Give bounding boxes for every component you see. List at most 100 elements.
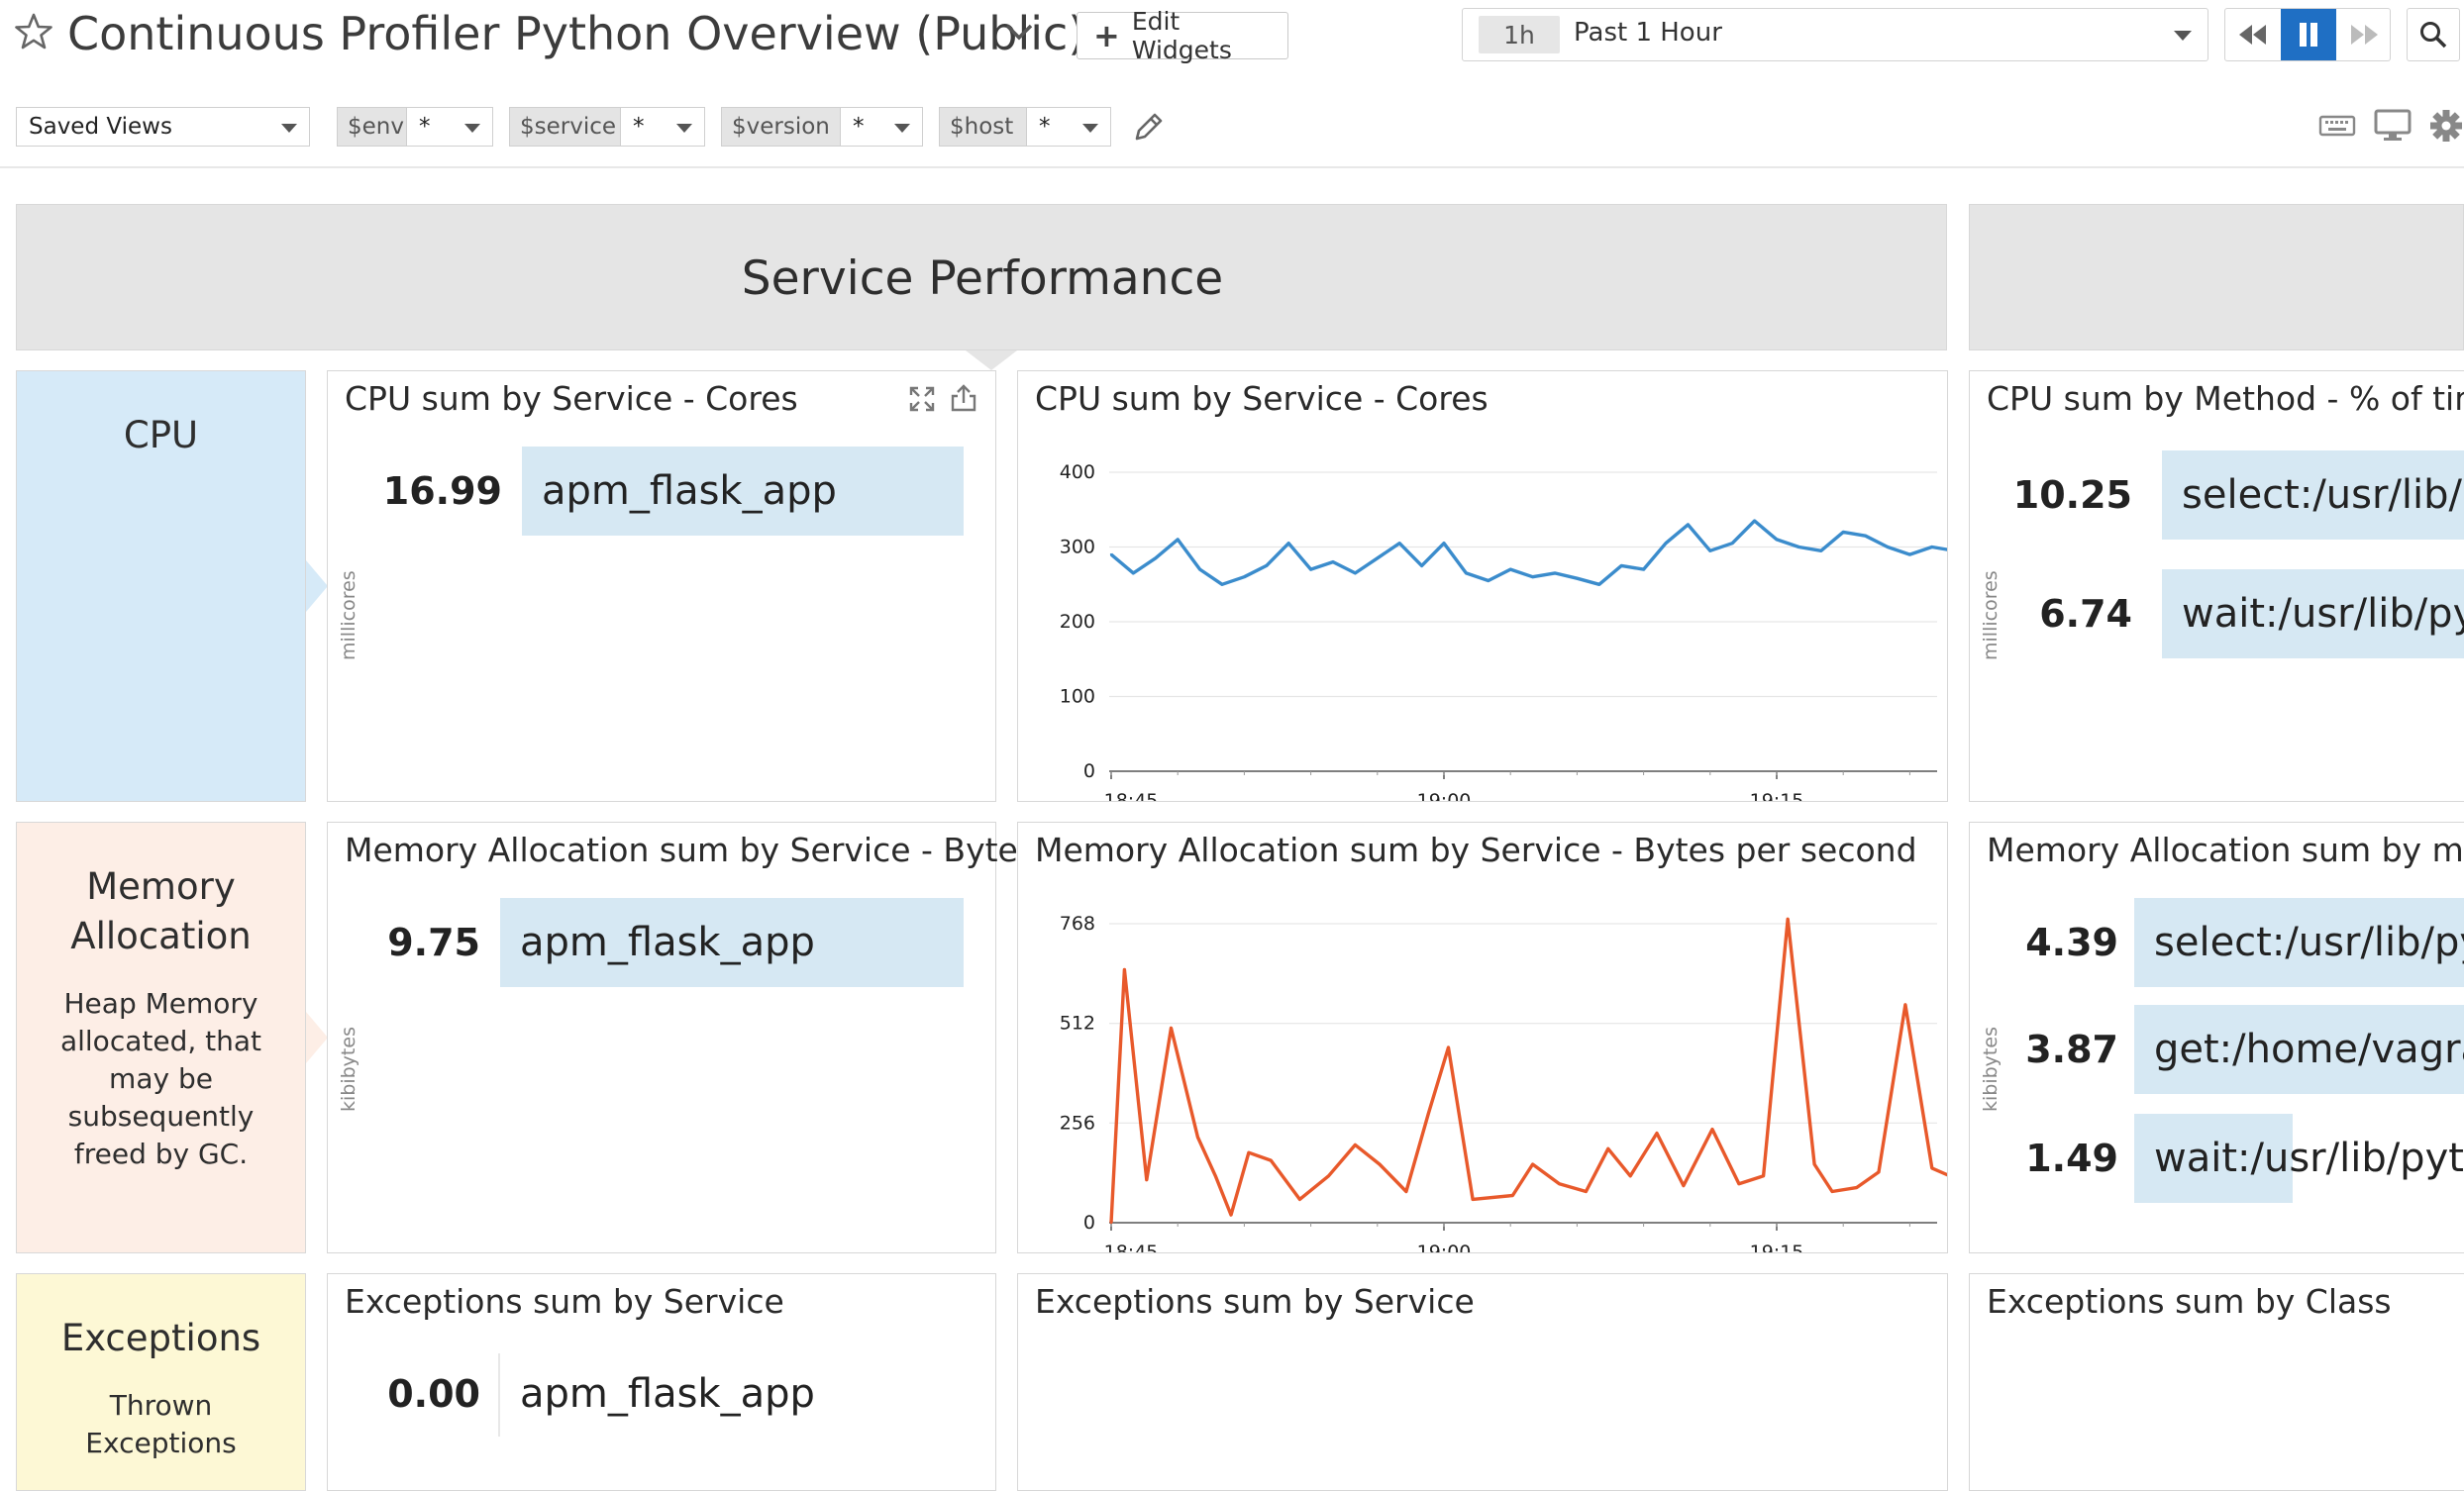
widget-mem-method-toplist[interactable]: Memory Allocation sum by method kibibyte… bbox=[1969, 822, 2464, 1253]
cpu-chart-data-point bbox=[1198, 567, 1201, 571]
cpu-chart-data-point bbox=[1309, 567, 1312, 571]
toplist-bar[interactable]: apm_flask_app bbox=[522, 447, 964, 536]
template-var-env-select[interactable]: * bbox=[406, 107, 493, 147]
cpu-chart-data-point bbox=[1442, 542, 1446, 545]
mem-chart-data-point bbox=[1655, 1132, 1659, 1135]
widget-exc-class[interactable]: Exceptions sum by Class bbox=[1969, 1273, 2464, 1491]
caret-down-icon bbox=[676, 124, 692, 133]
export-icon[interactable] bbox=[950, 383, 977, 413]
cpu-chart-x-tick-label: 18:45 bbox=[1104, 790, 1159, 801]
mem-chart-data-point bbox=[1354, 1143, 1357, 1146]
pencil-icon[interactable] bbox=[1131, 109, 1167, 145]
template-var-service-select[interactable]: * bbox=[620, 107, 705, 147]
template-var-service-value: * bbox=[633, 114, 645, 140]
mem-chart-data-point bbox=[1787, 918, 1790, 921]
toplist-label: select:/usr/lib/python bbox=[2182, 472, 2464, 518]
fast-forward-icon[interactable] bbox=[2336, 9, 2392, 60]
cpu-chart-data-point bbox=[1908, 552, 1911, 556]
edit-widgets-label: Edit Widgets bbox=[1131, 7, 1232, 64]
widget-cpu-method-toplist[interactable]: CPU sum by Method - % of time millicores… bbox=[1969, 370, 2464, 802]
note-exceptions-body: Thrown Exceptions bbox=[85, 1389, 237, 1459]
mem-chart-data-point bbox=[1214, 1174, 1217, 1178]
cpu-chart-data-point bbox=[1531, 575, 1534, 578]
toplist-value: 9.75 bbox=[387, 921, 480, 964]
cpu-chart-data-point bbox=[1753, 519, 1756, 523]
cpu-chart-x-tick-label: 19:15 bbox=[1750, 790, 1804, 801]
expand-icon[interactable] bbox=[908, 385, 936, 413]
cpu-chart-data-point bbox=[1243, 575, 1246, 578]
rewind-icon[interactable] bbox=[2225, 9, 2281, 60]
keyboard-icon[interactable] bbox=[2317, 109, 2357, 143]
widget-cpu-timeseries[interactable]: CPU sum by Service - Cores 0 100 200 300 400… bbox=[1017, 370, 1948, 802]
cpu-chart-data-point bbox=[1109, 552, 1113, 556]
note-memory-body: Heap Memory allocated, that may be subse… bbox=[59, 987, 262, 1170]
toplist-label: wait:/usr/lib/python bbox=[2182, 591, 2464, 637]
search-icon[interactable] bbox=[2407, 8, 2460, 61]
widget-title: CPU sum by Method - % of time bbox=[1987, 379, 2464, 418]
mem-chart-data-point bbox=[1298, 1198, 1301, 1201]
section-banner: Service Performance bbox=[16, 204, 1947, 350]
note-exceptions-title: Exceptions bbox=[60, 1317, 261, 1359]
monitor-icon[interactable] bbox=[2373, 107, 2413, 145]
toplist-bar[interactable]: select:/usr/lib/python bbox=[2162, 450, 2464, 540]
gear-icon[interactable] bbox=[2428, 107, 2464, 145]
mem-chart-data-point bbox=[1682, 1184, 1686, 1187]
mem-chart-data-point bbox=[1855, 1186, 1858, 1189]
cpu-chart-data-point bbox=[1487, 579, 1489, 582]
toplist-value: 3.87 bbox=[2025, 1028, 2118, 1071]
toplist-bar[interactable]: select:/usr/lib/python bbox=[2134, 898, 2464, 987]
mem-chart-data-point bbox=[1606, 1147, 1609, 1150]
cpu-chart-data-point bbox=[1597, 583, 1600, 586]
section-banner-secondary bbox=[1969, 204, 2464, 350]
saved-views-select[interactable]: Saved Views bbox=[16, 107, 310, 147]
widget-title: Exceptions sum by Service bbox=[1035, 1282, 1475, 1321]
cpu-chart-data-point bbox=[1819, 549, 1822, 552]
mem-chart-data-point bbox=[1123, 968, 1126, 971]
cpu-chart-y-tick-label: 0 bbox=[1083, 760, 1095, 782]
widget-exc-toplist[interactable]: Exceptions sum by Service 0.00 apm_flask… bbox=[327, 1273, 996, 1491]
toplist-label: apm_flask_app bbox=[520, 1371, 815, 1417]
toplist-value: 4.39 bbox=[2025, 921, 2118, 964]
mem-chart-data-point bbox=[1762, 1174, 1765, 1178]
caret-down-icon bbox=[1082, 124, 1098, 133]
cpu-chart-data-point bbox=[1154, 556, 1157, 560]
cpu-chart-data-point bbox=[1775, 538, 1779, 542]
widget-cpu-toplist[interactable]: CPU sum by Service - Cores millicores 16… bbox=[327, 370, 996, 802]
cpu-chart-y-tick-label: 300 bbox=[1060, 537, 1095, 558]
cpu-chart-data-point bbox=[1177, 538, 1180, 542]
star-icon[interactable] bbox=[14, 12, 53, 51]
cpu-chart-data-point bbox=[1553, 571, 1557, 575]
caret-down-icon bbox=[464, 124, 480, 133]
toplist-bar[interactable]: apm_flask_app bbox=[500, 898, 964, 987]
template-var-host-select[interactable]: * bbox=[1026, 107, 1111, 147]
mem-chart-series-line bbox=[1109, 917, 1947, 1224]
widget-mem-timeseries[interactable]: Memory Allocation sum by Service - Bytes… bbox=[1017, 822, 1948, 1253]
template-var-host-value: * bbox=[1039, 114, 1051, 140]
time-range-selector[interactable]: 1h Past 1 Hour bbox=[1462, 8, 2208, 61]
chevron-down-icon[interactable] bbox=[1002, 20, 1036, 46]
toplist-bar[interactable]: wait:/usr/lib/python bbox=[2134, 1114, 2464, 1203]
mem-chart-data-point bbox=[1247, 1151, 1251, 1154]
mem-chart-data-point bbox=[1170, 1027, 1173, 1030]
toplist-bar[interactable]: wait:/usr/lib/python bbox=[2162, 569, 2464, 658]
cpu-chart-data-point bbox=[1864, 534, 1867, 538]
mem-chart-data-point bbox=[1558, 1182, 1561, 1185]
note-pointer bbox=[306, 1012, 328, 1063]
template-var-version-select[interactable]: * bbox=[840, 107, 923, 147]
pause-icon[interactable] bbox=[2281, 9, 2336, 60]
widget-exc-timeseries[interactable]: Exceptions sum by Service bbox=[1017, 1273, 1948, 1491]
edit-widgets-button[interactable]: + Edit Widgets bbox=[1077, 7, 1288, 64]
toplist-value: 6.74 bbox=[2039, 592, 2132, 636]
caret-down-icon bbox=[281, 124, 297, 133]
cpu-chart-data-point bbox=[1376, 556, 1379, 560]
mem-chart-data-point bbox=[1109, 1221, 1113, 1225]
toplist-bar[interactable]: get:/home/vagrant bbox=[2134, 1005, 2464, 1094]
template-var-service-name: $service bbox=[509, 107, 620, 147]
widget-mem-toplist[interactable]: Memory Allocation sum by Service - Byte.… bbox=[327, 822, 1049, 1253]
cpu-chart-data-point bbox=[1576, 577, 1579, 580]
header-divider bbox=[0, 166, 2464, 168]
cpu-chart-data-point bbox=[1420, 564, 1423, 567]
template-var-host-name: $host bbox=[939, 107, 1026, 147]
caret-down-icon bbox=[894, 124, 910, 133]
cpu-chart-data-point bbox=[1465, 571, 1468, 575]
